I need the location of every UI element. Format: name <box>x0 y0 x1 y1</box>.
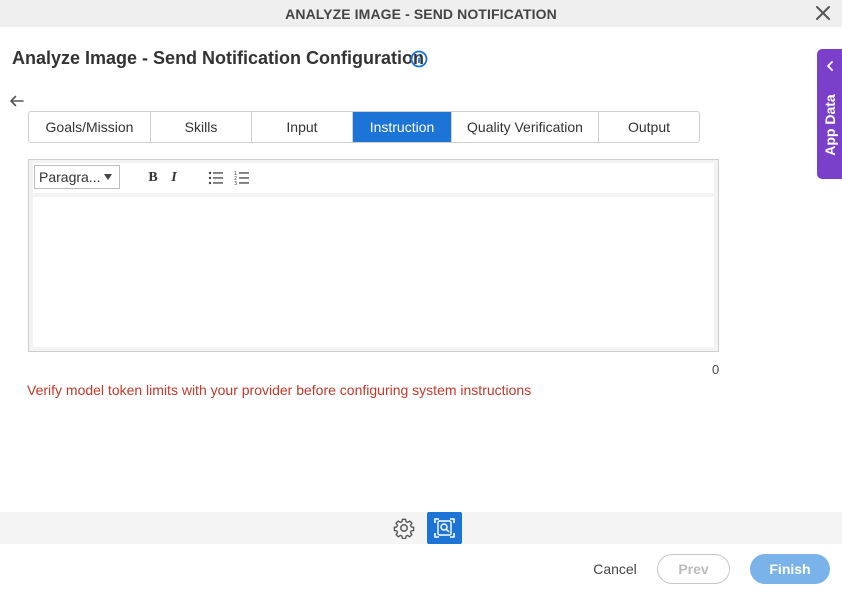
gear-icon[interactable] <box>393 517 415 539</box>
bold-button[interactable]: B <box>144 168 162 188</box>
tab-quality-verification[interactable]: Quality Verification <box>452 112 599 142</box>
instruction-text-area[interactable] <box>33 197 714 347</box>
bottom-toolbar <box>0 512 842 544</box>
chevron-left-icon <box>827 61 833 71</box>
window-titlebar: ANALYZE IMAGE - SEND NOTIFICATION <box>0 0 842 27</box>
bullet-list-icon[interactable] <box>208 171 224 185</box>
rich-text-editor: Paragra... B I 1 2 3 <box>28 159 719 352</box>
back-arrow-icon[interactable] <box>8 92 26 110</box>
chevron-down-icon <box>104 174 112 180</box>
cancel-button[interactable]: Cancel <box>585 561 645 577</box>
svg-text:3: 3 <box>234 181 237 186</box>
tab-goals-mission[interactable]: Goals/Mission <box>29 112 151 142</box>
editor-toolbar: Paragra... B I 1 2 3 <box>33 163 714 193</box>
finish-button[interactable]: Finish <box>750 554 830 584</box>
character-counter: 0 <box>712 362 720 377</box>
page-title: Analyze Image - Send Notification Config… <box>12 48 425 68</box>
window-title: ANALYZE IMAGE - SEND NOTIFICATION <box>285 6 557 22</box>
close-icon[interactable] <box>814 4 832 22</box>
image-scan-icon <box>434 518 455 538</box>
info-icon[interactable] <box>410 50 428 68</box>
image-scan-button[interactable] <box>427 512 462 544</box>
tab-bar: Goals/Mission Skills Input Instruction Q… <box>28 111 700 143</box>
prev-button[interactable]: Prev <box>657 554 730 584</box>
italic-button[interactable]: I <box>165 168 183 188</box>
app-data-label: App Data <box>822 94 838 156</box>
paragraph-format-select[interactable]: Paragra... <box>34 165 120 189</box>
numbered-list-icon[interactable]: 1 2 3 <box>234 170 250 186</box>
tab-output[interactable]: Output <box>599 112 699 142</box>
token-limit-warning: Verify model token limits with your prov… <box>27 382 532 398</box>
tab-skills[interactable]: Skills <box>151 112 252 142</box>
app-data-panel-toggle[interactable]: App Data <box>817 49 842 179</box>
tab-instruction[interactable]: Instruction <box>353 112 452 142</box>
tab-input[interactable]: Input <box>252 112 353 142</box>
paragraph-format-value: Paragra... <box>39 169 101 185</box>
